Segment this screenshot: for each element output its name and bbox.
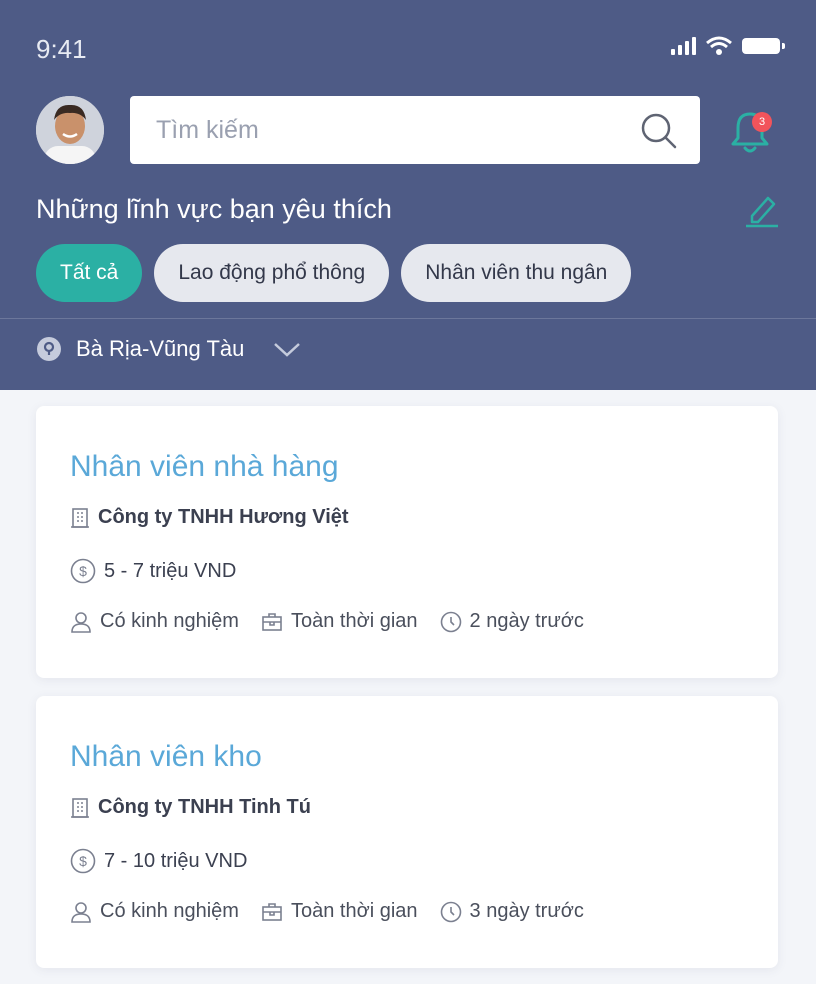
posted-item: 2 ngày trước [440, 610, 584, 633]
chip-all[interactable]: Tất cả [36, 244, 143, 302]
chevron-down-icon [274, 343, 301, 357]
app-header: 9:41 3 Những lĩnh vực bạn yêu t [0, 0, 816, 390]
status-icons [671, 36, 785, 56]
salary-text: 5 - 7 triệu VND [104, 559, 237, 582]
briefcase-icon [261, 902, 283, 922]
clock-icon [440, 611, 462, 633]
favorites-title: Những lĩnh vực bạn yêu thích [36, 194, 392, 224]
battery-icon [742, 38, 785, 54]
job-type-item: Toàn thời gian [261, 610, 418, 633]
status-time: 9:41 [36, 34, 87, 64]
notification-badge: 3 [752, 112, 772, 132]
company-name: Công ty TNHH Hương Việt [98, 506, 349, 528]
header-divider [0, 318, 816, 319]
clock-icon [440, 901, 462, 923]
job-meta: Có kinh nghiệm Toàn thời gian 3 ngày trư… [70, 900, 606, 923]
user-icon [70, 901, 92, 923]
search-icon[interactable] [640, 112, 678, 150]
experience-item: Có kinh nghiệm [70, 610, 239, 633]
job-type-item: Toàn thời gian [261, 900, 418, 923]
search-box[interactable] [130, 96, 700, 164]
svg-text:$: $ [79, 563, 87, 579]
job-title[interactable]: Nhân viên nhà hàng [70, 450, 339, 484]
company-name: Công ty TNHH Tinh Tú [98, 796, 311, 818]
location-label: Bà Rịa-Vũng Tàu [76, 336, 245, 361]
building-icon [70, 797, 90, 819]
favorite-chips: Tất cả Lao động phổ thông Nhân viên thu … [36, 244, 632, 302]
location-pin-icon [37, 337, 61, 361]
job-company: Công ty TNHH Tinh Tú [70, 796, 311, 819]
experience-text: Có kinh nghiệm [100, 610, 239, 632]
experience-item: Có kinh nghiệm [70, 900, 239, 923]
job-type-text: Toàn thời gian [290, 610, 418, 632]
building-icon [70, 507, 90, 529]
chip-cashier[interactable]: Nhân viên thu ngân [401, 244, 632, 302]
location-selector[interactable]: Bà Rịa-Vũng Tàu [36, 336, 302, 362]
avatar[interactable] [36, 96, 104, 164]
wifi-icon [706, 36, 732, 55]
job-meta: Có kinh nghiệm Toàn thời gian 2 ngày trư… [70, 610, 606, 633]
job-company: Công ty TNHH Hương Việt [70, 506, 349, 529]
salary-text: 7 - 10 triệu VND [104, 849, 248, 872]
posted-text: 3 ngày trước [469, 900, 584, 922]
job-card[interactable]: Nhân viên nhà hàng Công ty TNHH Hương Vi… [36, 406, 778, 678]
job-salary: $ 5 - 7 triệu VND [70, 558, 236, 584]
job-salary: $ 7 - 10 triệu VND [70, 848, 247, 874]
dollar-icon: $ [70, 848, 96, 874]
svg-text:$: $ [79, 853, 87, 869]
job-title[interactable]: Nhân viên kho [70, 740, 262, 774]
search-input[interactable] [156, 96, 636, 164]
briefcase-icon [261, 612, 283, 632]
signal-icon [671, 37, 696, 55]
experience-text: Có kinh nghiệm [100, 900, 239, 922]
posted-text: 2 ngày trước [469, 610, 584, 632]
edit-icon[interactable] [744, 192, 780, 228]
user-icon [70, 611, 92, 633]
posted-item: 3 ngày trước [440, 900, 584, 923]
chip-general-labor[interactable]: Lao động phổ thông [154, 244, 390, 302]
job-card[interactable]: Nhân viên kho Công ty TNHH Tinh Tú $ 7 -… [36, 696, 778, 968]
job-type-text: Toàn thời gian [290, 900, 418, 922]
dollar-icon: $ [70, 558, 96, 584]
